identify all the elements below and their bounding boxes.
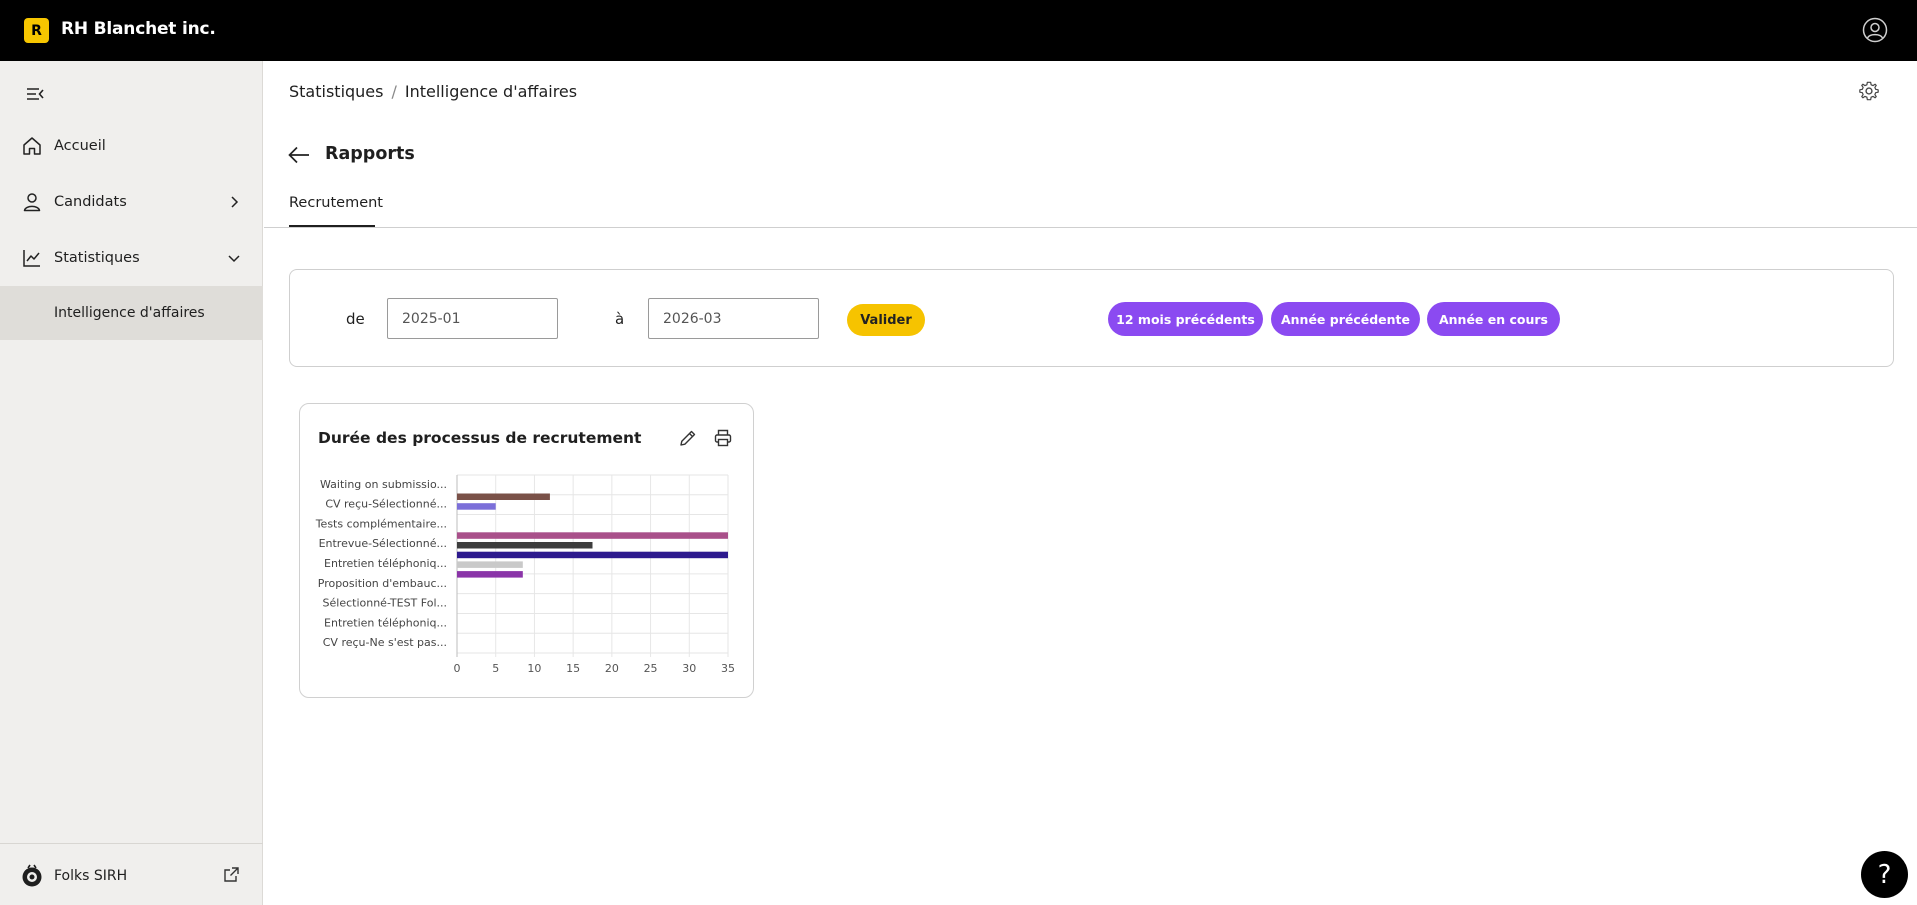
breadcrumb-current: Intelligence d'affaires — [404, 82, 578, 101]
breadcrumb-parent[interactable]: Statistiques — [289, 82, 383, 101]
sidebar-item-accueil[interactable]: Accueil — [0, 119, 263, 173]
previous-year-button[interactable]: Année précédente — [1271, 302, 1420, 336]
gear-icon[interactable] — [1858, 80, 1880, 102]
to-date-input[interactable] — [648, 298, 819, 339]
current-year-button[interactable]: Année en cours — [1427, 302, 1560, 336]
external-link-icon[interactable] — [222, 866, 240, 884]
y-category-label: CV reçu-Sélectionné... — [325, 498, 447, 511]
top-bar: R RH Blanchet inc. — [0, 0, 1917, 61]
sidebar-footer: Folks SIRH — [0, 843, 263, 905]
sidebar-item-label: Intelligence d'affaires — [54, 305, 205, 321]
breadcrumb: Statistiques / Intelligence d'affaires — [289, 82, 577, 101]
data-bar — [457, 571, 523, 578]
bar-chart: 0 5 10 15 20 25 30 35 Waiting on submissio... CV … — [315, 474, 735, 675]
x-tick-label: 30 — [682, 662, 696, 675]
collapse-sidebar-icon[interactable] — [24, 83, 46, 105]
y-category-label: Proposition d'embauc... — [318, 577, 447, 590]
sidebar-item-candidats[interactable]: Candidats — [0, 175, 263, 229]
account-icon[interactable] — [1862, 17, 1888, 43]
y-category-label: Tests complémentaire... — [315, 517, 447, 530]
validate-button[interactable]: Valider — [847, 304, 925, 336]
footer-label: Folks SIRH — [54, 868, 128, 884]
x-tick-label: 0 — [454, 662, 461, 675]
from-label: de — [346, 310, 365, 328]
user-icon — [23, 193, 41, 212]
report-card: Durée des processus de recrutement 0 5 10 1… — [299, 403, 754, 698]
date-filter-panel: de à Valider 12 mois précédents Année pr… — [289, 269, 1894, 367]
y-category-label: Sélectionné-TEST Fol... — [323, 597, 447, 610]
chart-line-icon — [23, 250, 40, 267]
from-date-input[interactable] — [387, 298, 558, 339]
data-bar — [457, 532, 728, 539]
y-category-label: Waiting on submissio... — [320, 478, 447, 491]
company-name: RH Blanchet inc. — [61, 19, 216, 39]
y-category-label: Entretien téléphoniq... — [324, 557, 447, 570]
tabs-divider — [264, 227, 1917, 228]
chevron-down-icon — [228, 255, 240, 263]
to-label: à — [615, 310, 625, 328]
sidebar-item-intelligence-affaires[interactable]: Intelligence d'affaires — [0, 286, 263, 340]
sidebar-item-statistiques[interactable]: Statistiques — [0, 231, 263, 285]
data-bar — [457, 551, 728, 559]
x-tick-label: 25 — [644, 662, 658, 675]
tab-recrutement[interactable]: Recrutement — [289, 195, 383, 211]
y-category-label: Entrevue-Sélectionné... — [319, 537, 447, 550]
page-title: Rapports — [325, 144, 415, 164]
x-tick-label: 5 — [492, 662, 499, 675]
x-tick-label: 35 — [721, 662, 735, 675]
x-tick-label: 20 — [605, 662, 619, 675]
sidebar-item-label: Accueil — [54, 138, 106, 154]
sidebar-item-label: Statistiques — [54, 250, 140, 266]
home-icon — [23, 137, 41, 155]
data-bar — [457, 542, 593, 549]
y-category-label: CV reçu-Ne s'est pas... — [323, 636, 447, 649]
data-bar — [457, 503, 496, 510]
y-category-label: Entretien téléphoniq... — [324, 616, 447, 629]
folks-logo-icon — [22, 864, 42, 887]
back-arrow-icon[interactable] — [288, 145, 310, 165]
last-12-months-button[interactable]: 12 mois précédents — [1108, 302, 1263, 336]
sidebar: Accueil Candidats Statistiques Intellige… — [0, 61, 263, 905]
company-logo: R — [24, 18, 49, 43]
sidebar-item-label: Candidats — [54, 194, 127, 210]
data-bar — [457, 561, 523, 568]
help-button[interactable]: ? — [1861, 851, 1908, 898]
chevron-right-icon — [231, 196, 239, 208]
data-bar — [457, 493, 550, 500]
breadcrumb-separator: / — [391, 82, 397, 101]
x-tick-label: 10 — [527, 662, 541, 675]
x-tick-label: 15 — [566, 662, 580, 675]
